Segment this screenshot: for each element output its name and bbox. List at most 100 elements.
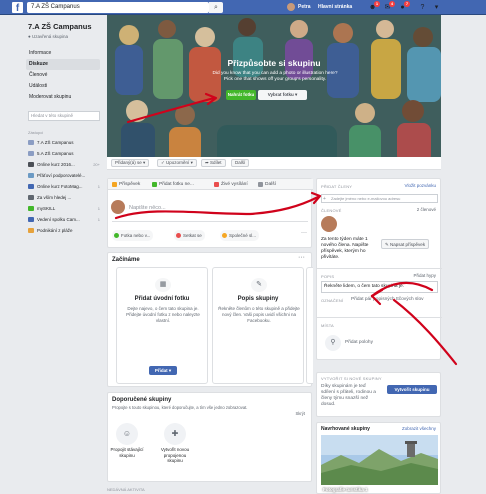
group-nav: Informace Diskuze Členové Události Moder… [26,48,100,103]
group-description-card: ✎ Popis skupiny Řekněte členům o této sk… [212,267,304,384]
avatar[interactable] [287,3,295,11]
recent-activity-label: NEDÁVNÁ AKTIVITA [107,487,145,492]
facebook-logo-icon[interactable]: f [12,2,23,14]
add-members-input[interactable]: Zadejte jméno nebo e-mailovou adresu [321,194,438,203]
shortcut-item[interactable]: Za vším hledej ... [28,192,100,203]
tags-value[interactable]: Přidat pár popisných ttčových slov [351,297,439,303]
top-navigation-bar: f 7.A ZŠ Campanus ⌕ Petra Hlavní stránka… [0,0,486,15]
notifications-button[interactable]: ✓ Upozornění ▾ [157,159,197,167]
photo-caption: Fotografie turistika 1 [323,487,368,492]
share-button[interactable]: ➦ Sdílet [201,159,226,167]
joined-button[interactable]: Přidaný(á) se ▾ [111,159,150,167]
photo-icon [152,182,157,187]
shortcut-item[interactable]: Vedení spolku Cam... 1 [28,214,100,225]
see-all-link[interactable]: Zobrazit všechny [402,426,436,431]
cover-illustration [107,15,441,157]
card-body: Dejte najevo, o čem tato skupina je. Při… [126,306,200,323]
create-linked-group[interactable]: Vytvořit novou propojenou skupinu [156,447,194,464]
invite-link[interactable]: Vložit pozvánku [404,183,436,188]
group-icon [28,206,34,211]
pencil-icon: ✎ [251,278,267,292]
add-button[interactable]: Přidat ▾ [149,366,177,375]
add-person-icon: + [323,196,326,202]
add-location[interactable]: Přidat polohy [345,340,373,346]
create-group-button[interactable]: Vytvořit skupinu [387,385,437,394]
shortcut-item[interactable]: 5.A ZŠ Campanus [28,148,100,159]
shortcut-item[interactable]: 7.A ZŠ Campanus [28,137,100,148]
help-icon[interactable]: ? [418,3,427,12]
nav-item-discussion[interactable]: Diskuze [26,59,100,70]
link-existing-group[interactable]: Propojit stávající skupinu [108,447,146,458]
search-input[interactable]: 7.A ZŠ Campanus [27,2,209,13]
home-link[interactable]: Hlavní stránka [318,4,352,10]
add-tips-link[interactable]: Přidat hypy [413,273,436,278]
shortcuts-list: 7.A ZŠ Campanus 5.A ZŠ Campanus Online k… [28,137,100,236]
chip-meet[interactable]: Setkat se [174,230,205,241]
getting-started-card: Začínáme ··· ▦ Přidat úvodní fotku Dejte… [107,252,313,387]
group-icon [28,173,34,178]
group-icon [28,140,34,145]
group-cover-photo[interactable] [321,435,438,485]
group-icon [28,162,34,167]
upload-photo-button[interactable]: Nahrát fotku [226,90,256,100]
group-icon [28,151,34,156]
group-actions-bar: Přidaný(á) se ▾ ✓ Upozornění ▾ ➦ Sdílet … [107,157,441,170]
new-member-text: Za tento týden máte 1 nového člena. Napi… [321,237,369,260]
more-options-icon[interactable]: ··· [298,254,305,261]
card-body: Řekněte členům o této skupině a přidejte… [218,306,300,323]
tab-photo[interactable]: Přidat fotku ne... [152,179,194,190]
more-options-icon[interactable]: ··· [301,230,307,236]
group-icon [28,228,34,233]
write-post-button[interactable]: ✎ Napsat příspěvek [381,239,430,249]
hide-link[interactable]: Skrýt [295,411,305,416]
photo-icon [114,233,119,238]
nav-item-members[interactable]: Členové [28,70,100,81]
more-button[interactable]: Další [231,159,250,167]
nav-item-about[interactable]: Informace [28,48,100,59]
members-count[interactable]: 2 členové [417,207,436,212]
create-group-text: Díky skupinám je teď sdílení s přáteli, … [321,384,376,407]
chip-photo-video[interactable]: Fotka nebo v... [112,230,154,241]
member-avatar[interactable] [321,216,337,232]
composer-input[interactable]: Napište něco... [129,205,166,211]
group-name[interactable]: 7.A ZŠ Campanus [28,22,100,31]
profile-link[interactable]: Petra [298,4,311,10]
nav-item-events[interactable]: Události [28,81,100,92]
photo-icon: ▦ [155,278,171,292]
choose-photo-button[interactable]: Vybrat fotku ▾ [258,90,307,100]
group-icon [28,184,34,189]
tab-live[interactable]: Živé vysílání [214,179,248,190]
divider [112,221,308,222]
shortcuts-heading: Zástupci [28,130,44,135]
tab-post[interactable]: Příspěvek [112,179,140,190]
shortcut-item[interactable]: Přáťoví podporovatelé... [28,170,100,181]
group-search-input[interactable]: Hledat v této skupině [28,111,100,121]
doc-icon [222,233,227,238]
add-cover-photo-card: ▦ Přidat úvodní fotku Dejte najevo, o če… [116,267,208,384]
right-info-card: Přidat členy Vložit pozvánku Zadejte jmé… [316,178,442,360]
shortcut-item[interactable]: mySKILL 1 [28,203,100,214]
notifications-badge: 7 [404,1,410,7]
suggested-title: Navrhované skupiny [321,426,370,432]
create-group-card: Vytvořit si nové skupiny Díky skupinám j… [316,372,441,417]
suggested-groups-card: Doporučené skupiny Propojte s touto skup… [107,392,312,482]
search-icon[interactable]: ⌕ [209,2,223,13]
create-group-icon[interactable]: ✚ [164,423,186,445]
chevron-down-icon[interactable]: ▾ [432,3,441,12]
pencil-icon: ✎ [385,242,389,247]
shortcut-item[interactable]: Podnikání z pláže [28,225,100,236]
cover-description: Did you know that you can add a photo or… [212,71,338,82]
description-input[interactable]: Řekněte lidem, o čem tato skupina je. [321,281,438,293]
shortcut-item[interactable]: Online kurz FotoMag... 1 [28,181,100,192]
avatar[interactable] [111,200,125,214]
section-title: Doporučené skupiny [112,397,172,403]
card-title: Popis skupiny [237,296,279,302]
link-group-icon[interactable]: ☺ [116,423,138,445]
shortcut-item[interactable]: Online kurz 2016... 20+ [28,159,100,170]
chip-shared[interactable]: Společné sl... [220,230,260,241]
tab-more[interactable]: Další [258,179,276,190]
group-privacy: ● Uzavřená skupina [28,34,69,39]
nav-item-moderate[interactable]: Moderovat skupinu [28,92,100,103]
location-label: Místa [321,323,334,328]
left-sidebar: 7.A ZŠ Campanus ● Uzavřená skupina Infor… [26,22,100,236]
